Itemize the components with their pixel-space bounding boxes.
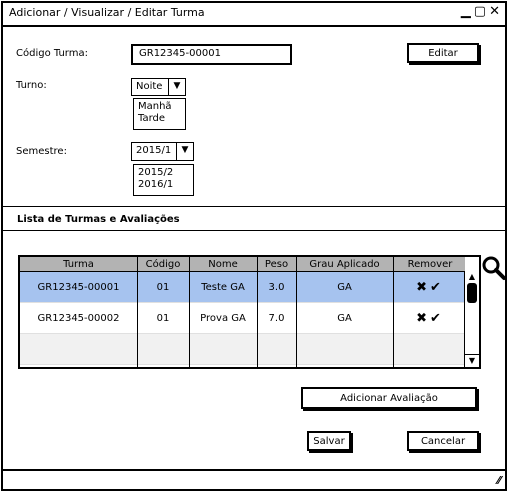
close-icon[interactable]: ✕ [489,4,501,19]
window-controls: ▁ ▢ ✕ [459,4,501,19]
divider [3,230,505,231]
semestre-option[interactable]: 2016/1 [138,179,189,191]
table-row[interactable]: GR12345-00001 01 Teste GA 3.0 GA ✖✔ [20,272,465,303]
semestre-selected: 2015/1 [136,145,172,156]
cell-peso: 7.0 [268,312,285,324]
turno-option[interactable]: Manhã [138,101,181,113]
scroll-thumb[interactable] [467,283,477,303]
resize-grip-icon[interactable]: ⁄⁄ [497,474,501,487]
column-divider [137,257,138,367]
vertical-scrollbar[interactable]: ▲ ▼ [464,271,479,367]
codigo-input[interactable]: GR12345-00001 [131,44,292,65]
cell-grau: GA [337,281,352,293]
column-header: Remover [407,258,453,270]
turno-selected: Noite [136,81,163,92]
table-row-empty [20,334,465,365]
window-title: Adicionar / Visualizar / Editar Turma [9,6,205,19]
cell-nome: Prova GA [200,312,246,324]
column-divider [257,257,258,367]
column-header: Grau Aplicado [309,258,380,270]
cell-turma: GR12345-00001 [37,281,120,293]
cell-codigo: 01 [156,281,170,293]
cell-codigo: 01 [156,312,170,324]
column-header: Peso [264,258,289,270]
scroll-down-icon[interactable]: ▼ [465,354,479,367]
remove-confirm-icons[interactable]: ✖✔ [393,303,467,333]
codigo-label: Código Turma: [16,48,88,59]
cancelar-button[interactable]: Cancelar [407,431,479,451]
main-window: Adicionar / Visualizar / Editar Turma ▁ ▢… [1,1,507,491]
divider [3,206,505,207]
column-divider [189,257,190,367]
remove-confirm-icons[interactable]: ✖✔ [393,272,467,302]
cell-peso: 3.0 [268,281,285,293]
status-bar: ⁄⁄ [3,469,505,489]
turno-dropdown[interactable]: Noite ▼ [131,78,186,96]
semestre-option[interactable]: 2015/2 [138,167,189,179]
column-header: Turma [63,258,94,270]
salvar-button[interactable]: Salvar [307,431,351,451]
turno-label: Turno: [16,80,47,91]
table-header: Turma Código Nome Peso Grau Aplicado Rem… [20,257,465,272]
title-bar: Adicionar / Visualizar / Editar Turma ▁ ▢… [3,3,505,27]
turmas-table: Turma Código Nome Peso Grau Aplicado Rem… [18,255,481,369]
semestre-options: 2015/2 2016/1 [133,164,194,196]
table-row[interactable]: GR12345-00002 01 Prova GA 7.0 GA ✖✔ [20,303,465,334]
turno-option[interactable]: Tarde [138,113,181,125]
column-divider [296,257,297,367]
adicionar-avaliacao-button[interactable]: Adicionar Avaliação [301,387,477,409]
editar-button[interactable]: Editar [407,43,479,63]
maximize-icon[interactable]: ▢ [474,4,487,19]
column-header: Código [145,258,181,270]
column-divider [393,257,394,367]
cell-nome: Teste GA [201,281,245,293]
chevron-down-icon[interactable]: ▼ [168,79,185,95]
chevron-down-icon[interactable]: ▼ [176,143,193,160]
cell-grau: GA [337,312,352,324]
semestre-dropdown[interactable]: 2015/1 ▼ [131,142,194,161]
column-header: Nome [208,258,238,270]
semestre-label: Semestre: [16,146,67,157]
cell-turma: GR12345-00002 [37,312,120,324]
minimize-icon[interactable]: ▁ [461,4,472,19]
scroll-up-icon[interactable]: ▲ [465,271,479,283]
turno-options: Manhã Tarde [133,98,186,130]
section-title: Lista de Turmas e Avaliações [17,214,180,225]
search-icon[interactable] [481,255,507,281]
